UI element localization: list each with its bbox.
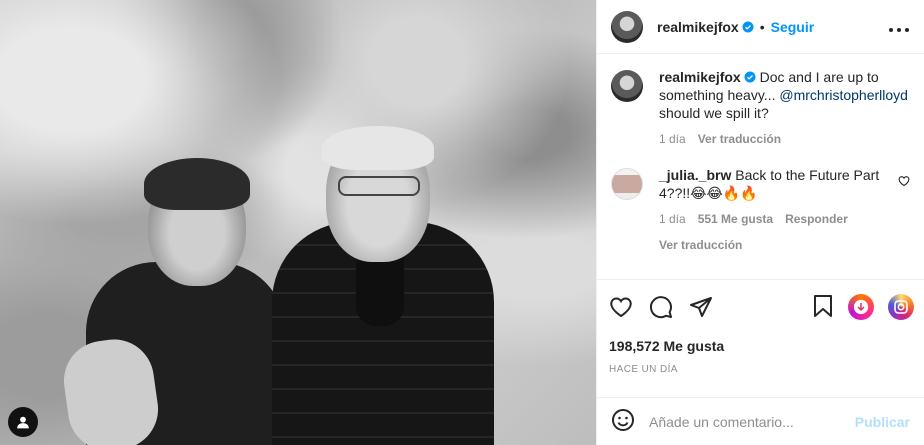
posted-timestamp[interactable]: HACE UN DÍA xyxy=(609,364,914,375)
comment-like-heart-icon[interactable] xyxy=(898,174,910,190)
likes-count[interactable]: 198,572 Me gusta xyxy=(609,338,914,354)
verified-badge-icon xyxy=(744,71,756,83)
follow-button[interactable]: Seguir xyxy=(771,19,815,35)
comments-section: realmikejfox Doc and I are up to somethi… xyxy=(597,54,924,279)
comment-translate-link[interactable]: Ver traducción xyxy=(659,236,892,254)
post-actions: 198,572 Me gusta HACE UN DÍA xyxy=(597,279,924,397)
instagram-logo-icon[interactable] xyxy=(888,294,914,320)
commenter-username[interactable]: _julia._brw xyxy=(659,167,731,183)
user-tag-button[interactable] xyxy=(8,407,38,437)
separator-dot: • xyxy=(759,18,765,35)
share-icon[interactable] xyxy=(689,295,713,319)
instagram-post: realmikejfox • Seguir realmikejfox Doc a… xyxy=(0,0,924,445)
caption-time[interactable]: 1 día xyxy=(659,130,686,148)
post-header: realmikejfox • Seguir xyxy=(597,0,924,54)
comment-item: _julia._brw Back to the Future Part 4??!… xyxy=(611,166,910,254)
more-options-icon[interactable] xyxy=(888,18,910,36)
person-left-hair xyxy=(144,158,250,210)
caption-mention-link[interactable]: @mrchristopherlloyd xyxy=(779,87,908,103)
comment-time[interactable]: 1 día xyxy=(659,210,686,228)
caption: realmikejfox Doc and I are up to somethi… xyxy=(611,68,910,148)
comment-likes[interactable]: 551 Me gusta xyxy=(698,210,773,228)
heart-icon[interactable] xyxy=(609,295,633,319)
author-username[interactable]: realmikejfox xyxy=(657,19,739,35)
emoji-icon[interactable] xyxy=(611,408,635,435)
verified-badge-icon xyxy=(742,21,754,33)
post-photo[interactable] xyxy=(0,0,596,445)
caption-translate-link[interactable]: Ver traducción xyxy=(698,130,781,148)
publish-button[interactable]: Publicar xyxy=(855,414,910,430)
caption-avatar[interactable] xyxy=(611,70,643,102)
bookmark-icon[interactable] xyxy=(812,294,834,321)
comment-input[interactable] xyxy=(649,413,855,430)
user-tag-icon xyxy=(17,416,29,429)
post-side-panel: realmikejfox • Seguir realmikejfox Doc a… xyxy=(596,0,924,445)
caption-username[interactable]: realmikejfox xyxy=(659,69,741,85)
add-comment-bar: Publicar xyxy=(597,397,924,445)
person-right-glasses xyxy=(338,176,420,196)
reel-remix-icon[interactable] xyxy=(848,294,874,320)
comment-icon[interactable] xyxy=(649,295,673,319)
commenter-avatar[interactable] xyxy=(611,168,643,200)
person-right-hair xyxy=(322,126,434,170)
caption-text-after: should we spill it? xyxy=(659,105,769,121)
author-avatar[interactable] xyxy=(611,10,643,43)
comment-reply-button[interactable]: Responder xyxy=(785,210,848,228)
